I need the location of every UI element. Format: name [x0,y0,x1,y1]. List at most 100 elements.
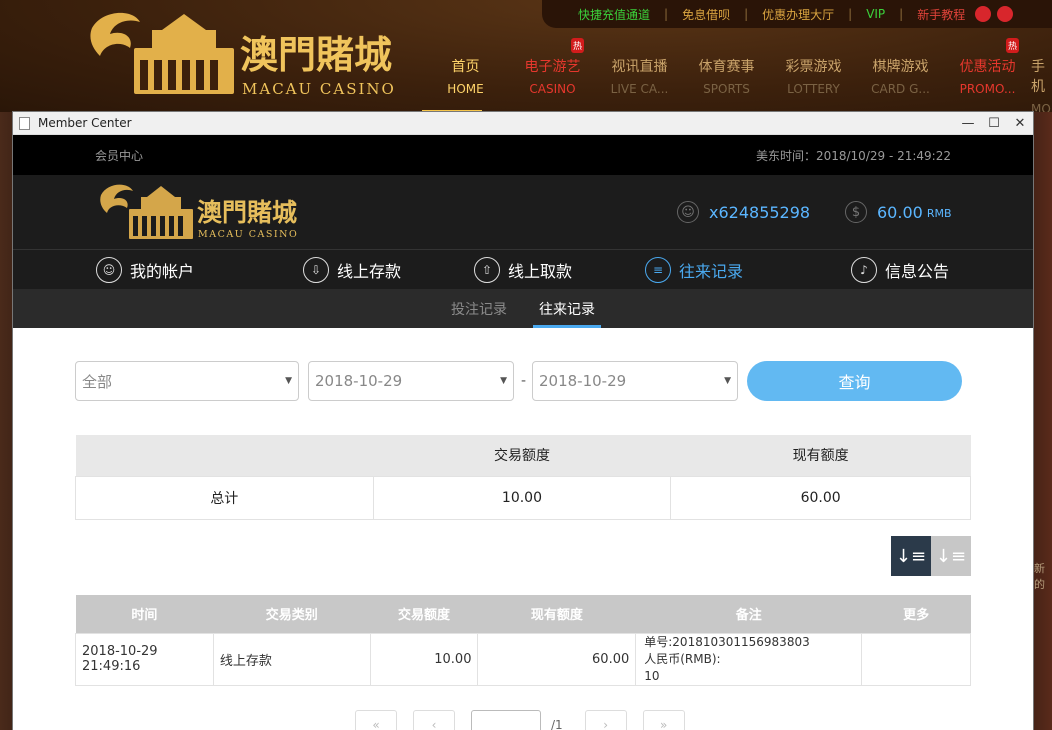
member-topbar: 会员中心 美东时间：2018/10/29 - 21:49:22 [13,135,1033,175]
withdraw-icon: ⇧ [474,257,500,283]
tab-transaction-records[interactable]: ≡ 往来记录 [645,250,743,290]
tab-my-account[interactable]: ☺ 我的帐户 [96,250,194,290]
site-nav-sublabel: CASINO [529,82,576,96]
last-page-button[interactable]: » [642,710,685,730]
note-order-number: 单号:201810301156983803 [644,634,810,649]
bell-icon: ♪ [851,257,877,283]
first-page-button[interactable]: « [355,710,397,730]
window-controls: — ☐ ✕ [955,112,1033,134]
deposit-icon: ⇩ [303,257,329,283]
summary-row: 总计 10.00 60.00 [75,475,971,520]
site-nav-label: 彩票游戏 [785,59,842,75]
record-balance: 60.00 [477,632,637,686]
site-nav-sublabel: PROMO... [959,82,1016,96]
topbar-separator: | [848,7,853,21]
topbar-separator: | [744,7,749,21]
user-icon: ☺ [96,257,122,283]
summary-balance: 60.00 [670,475,971,520]
records-header: 现有额度 [477,595,636,633]
records-table: 时间 交易类别 交易额度 现有额度 备注 更多 2018-10-29 21:49… [75,595,971,686]
member-logo: 澳門賭城 MACAU CASINO [100,184,298,240]
topbar-link-loan[interactable]: 免息借呗 [682,6,730,23]
tab-label: 往来记录 [679,262,744,281]
maximize-button[interactable]: ☐ [981,112,1007,134]
site-nav-mobile[interactable]: 手机 MO [1031,44,1051,112]
prev-page-button[interactable]: ‹ [413,710,455,730]
records-header: 交易额度 [370,595,478,633]
record-type: 线上存款 [212,632,371,686]
summary-label: 总计 [75,475,374,520]
tab-announcements[interactable]: ♪ 信息公告 [851,250,949,290]
site-nav-home[interactable]: 首页 HOME [422,44,509,112]
site-topbar: 快捷充值通道 | 免息借呗 | 优惠办理大厅 | VIP | 新手教程 [542,0,1052,28]
site-nav-sublabel: CARD G... [871,82,930,96]
site-nav-label: 优惠活动 [959,59,1016,75]
site-nav-lottery[interactable]: 彩票游戏 LOTTERY [770,44,857,112]
topbar-separator: | [664,7,669,21]
subtab-transaction-records[interactable]: 往来记录 [533,289,601,328]
close-button[interactable]: ✕ [1007,112,1033,134]
summary-table: 交易额度 现有额度 总计 10.00 60.00 [75,435,971,520]
site-nav-live[interactable]: 视讯直播 LIVE CA... [596,44,683,112]
site-logo[interactable]: 澳門賭城 MACAU CASINO [82,8,402,98]
site-nav-casino[interactable]: 热 电子游艺 CASINO [509,38,596,112]
site-header: 快捷充值通道 | 免息借呗 | 优惠办理大厅 | VIP | 新手教程 澳門賭城… [0,0,1052,112]
member-logo-en: MACAU CASINO [198,229,298,240]
topbar-link-tutorial[interactable]: 新手教程 [917,6,965,23]
site-nav-label: 手机 [1031,59,1045,95]
date-from-value: 2018-10-29 [315,372,403,390]
hot-badge: 热 [570,38,584,53]
tab-label: 信息公告 [885,262,950,281]
balance-amount: 60.00 [877,202,923,222]
site-nav-label: 首页 [451,59,480,75]
records-content: 全部 ▼ 2018-10-29 ▼ - 2018-10-29 ▼ 查询 交易额度… [13,328,1033,730]
site-nav-label: 电子游艺 [524,59,581,75]
type-select[interactable]: 全部 ▼ [75,361,299,401]
summary-header [75,435,374,476]
window-title: Member Center [38,116,132,130]
record-note: 单号:201810301156983803 人民币(RMB): 10 [635,632,863,686]
site-nav-promo[interactable]: 热 优惠活动 PROMO... [944,38,1031,112]
record-more[interactable] [861,632,971,686]
subtab-bet-records[interactable]: 投注记录 [445,289,513,328]
page-total: /1 [551,718,563,730]
records-header: 更多 [861,595,971,633]
site-nav: 首页 HOME 热 电子游艺 CASINO 视讯直播 LIVE CA... 体育… [422,38,1051,112]
eastern-time: 美东时间：2018/10/29 - 21:49:22 [755,148,951,163]
sort-descending-icon[interactable]: ↓≡ [891,536,931,576]
records-icon: ≡ [645,257,671,283]
date-from-select[interactable]: 2018-10-29 ▼ [308,361,514,401]
chevron-down-icon: ▼ [285,376,292,386]
member-tabs: ☺ 我的帐户 ⇩ 线上存款 ⇧ 线上取款 ≡ 往来记录 ♪ 信息公告 [13,249,1033,289]
next-page-button[interactable]: › [584,710,627,730]
currency-unit: RMB [926,207,952,220]
tab-online-deposit[interactable]: ⇩ 线上存款 [303,250,401,290]
hot-badge: 热 [1005,38,1019,53]
sort-buttons: ↓≡ ↓≡ [891,536,971,576]
date-to-select[interactable]: 2018-10-29 ▼ [532,361,738,401]
china-flag-icon[interactable] [997,6,1014,22]
site-nav-cards[interactable]: 棋牌游戏 CARD G... [857,44,944,112]
username: x624855298 [709,202,811,222]
date-range-dash: - [521,373,527,389]
site-nav-sublabel: LOTTERY [787,82,840,96]
tab-online-withdraw[interactable]: ⇧ 线上取款 [474,250,572,290]
hongkong-flag-icon[interactable] [975,6,992,22]
tab-label: 线上存款 [337,262,402,281]
topbar-link-promo-hall[interactable]: 优惠办理大厅 [762,6,834,23]
summary-amount: 10.00 [372,475,672,520]
topbar-link-recharge[interactable]: 快捷充值通道 [578,6,650,23]
document-icon [19,116,30,130]
minimize-button[interactable]: — [955,112,981,134]
window-titlebar[interactable]: Member Center — ☐ ✕ [13,112,1033,135]
query-button[interactable]: 查询 [747,361,962,401]
site-nav-label: 棋牌游戏 [872,59,929,75]
page-number-input[interactable] [471,710,541,730]
type-select-value: 全部 [82,372,113,391]
records-header: 时间 [75,595,214,633]
site-nav-sports[interactable]: 体育赛事 SPORTS [683,44,770,112]
sort-ascending-icon[interactable]: ↓≡ [931,536,971,576]
records-header: 备注 [635,595,862,633]
topbar-link-vip[interactable]: VIP [866,7,885,21]
member-center-window: Member Center — ☐ ✕ 会员中心 美东时间：2018/10/29… [13,112,1033,730]
